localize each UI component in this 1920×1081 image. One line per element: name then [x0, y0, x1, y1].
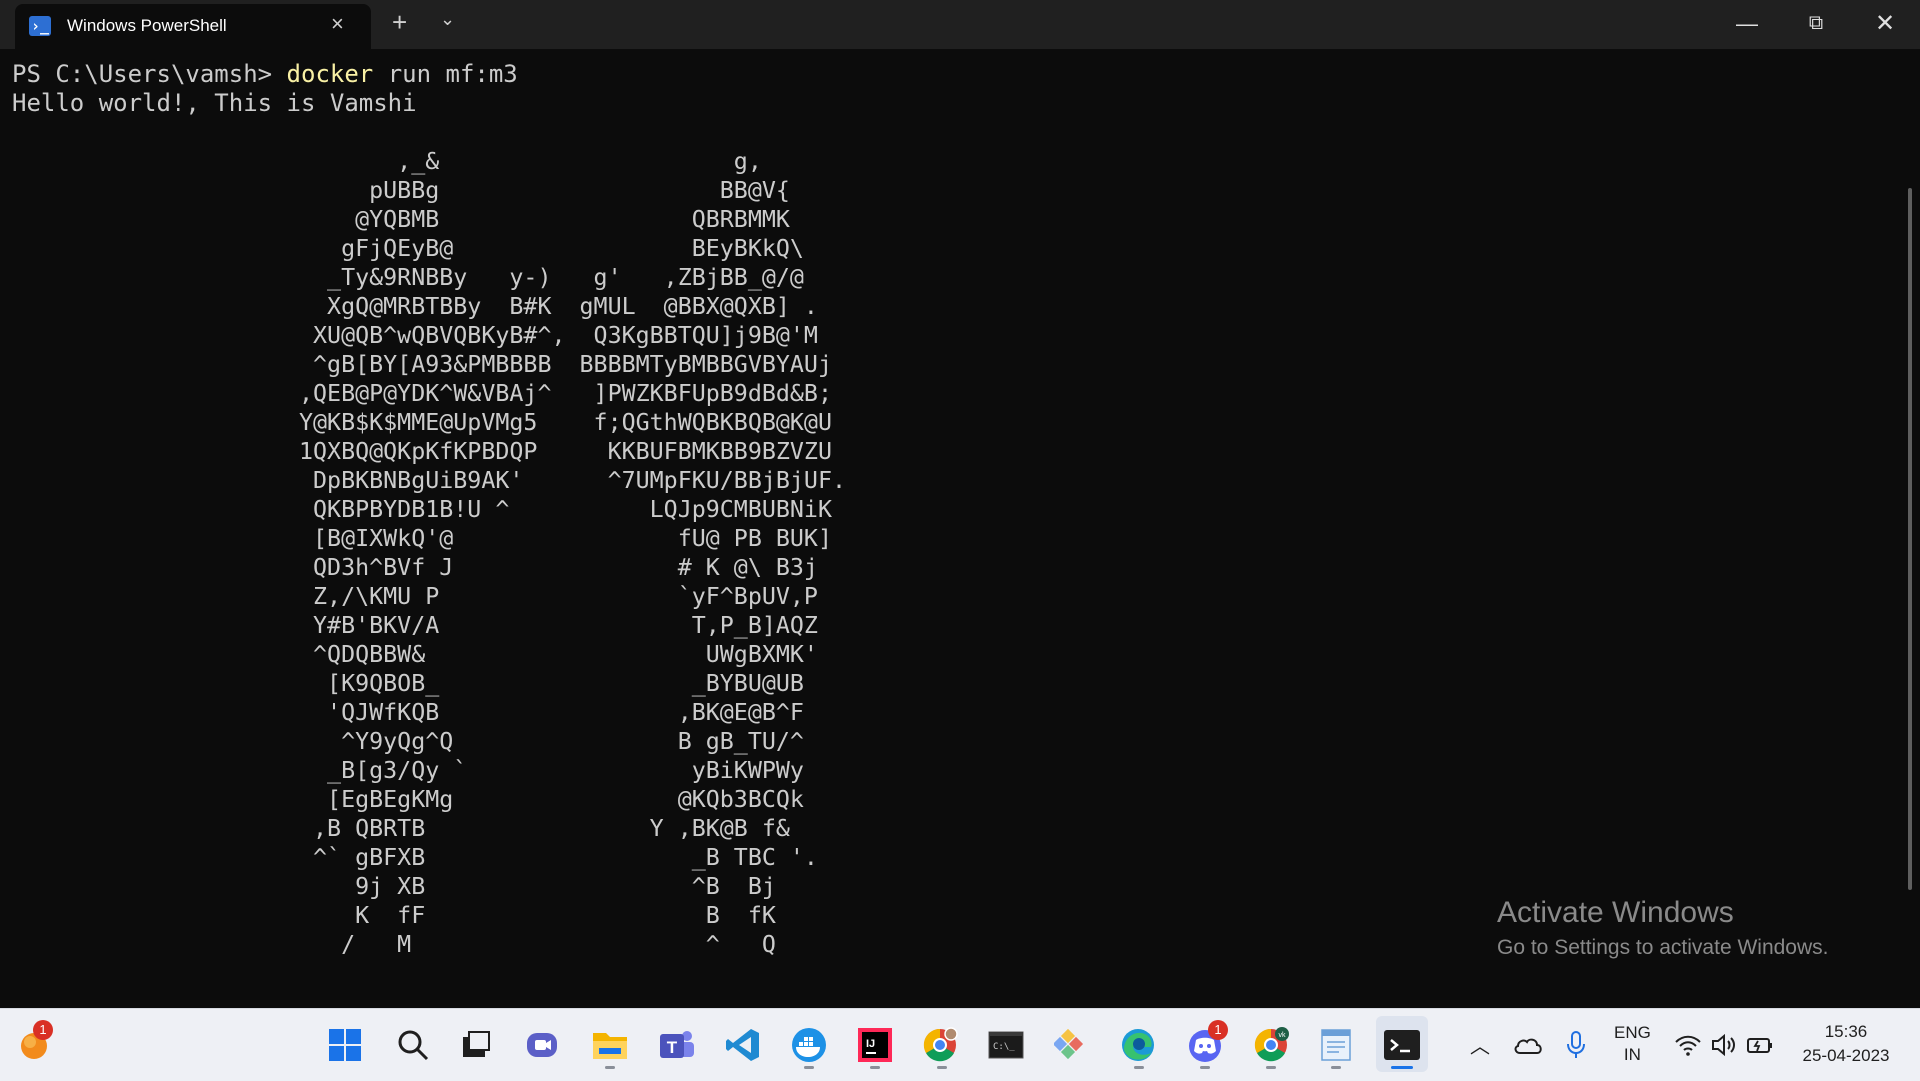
- search-icon[interactable]: [393, 1025, 433, 1065]
- powershell-icon: ›_: [29, 16, 51, 36]
- svg-text:IJ: IJ: [866, 1038, 875, 1050]
- docker-icon[interactable]: [789, 1025, 829, 1065]
- running-indicator: [804, 1066, 814, 1069]
- task-view-icon[interactable]: [456, 1025, 496, 1065]
- running-indicator: [1200, 1066, 1210, 1069]
- volume-icon[interactable]: [1704, 1025, 1744, 1065]
- notification-badge: 1: [33, 1020, 53, 1040]
- start-menu-icon[interactable]: [325, 1025, 365, 1065]
- file-explorer-icon[interactable]: [590, 1025, 630, 1065]
- clock-date: 25-04-2023: [1802, 1046, 1890, 1065]
- close-button[interactable]: ✕: [1851, 0, 1919, 49]
- active-indicator: [1391, 1066, 1413, 1069]
- language-code: ENG: [1614, 1023, 1651, 1042]
- region-code: IN: [1623, 1045, 1641, 1064]
- chrome-vk-profile-icon[interactable]: vk: [1251, 1025, 1291, 1065]
- wifi-icon[interactable]: [1668, 1025, 1708, 1065]
- output-line: Hello world!, This is Vamshi: [12, 89, 417, 117]
- svg-text:T: T: [667, 1038, 678, 1057]
- notepad-icon[interactable]: [1316, 1025, 1356, 1065]
- terminal-output[interactable]: PS C:\Users\vamsh> docker run mf:m3 Hell…: [12, 60, 518, 118]
- ascii-art-output: ,_& g, pUBBg BB@V{ @YQBMB QBRBMMK gFjQEy…: [299, 148, 847, 958]
- watermark-subtitle: Go to Settings to activate Windows.: [1497, 936, 1829, 959]
- microphone-icon[interactable]: [1556, 1025, 1596, 1065]
- tab-windows-powershell[interactable]: ›_ Windows PowerShell ×: [15, 4, 371, 49]
- teams-icon[interactable]: T: [657, 1025, 697, 1065]
- activate-windows-watermark: Activate Windows Go to Settings to activ…: [1497, 896, 1829, 960]
- language-indicator[interactable]: ENG IN: [1614, 1022, 1651, 1066]
- show-hidden-icons-chevron-icon[interactable]: ︿: [1470, 1030, 1490, 1059]
- title-bar: ›_ Windows PowerShell × + ⌄ — ⧉ ✕: [0, 0, 1920, 49]
- command-name: docker: [286, 60, 374, 88]
- clock-time: 15:36: [1824, 1022, 1868, 1041]
- command-args: run mf:m3: [373, 60, 518, 88]
- git-icon[interactable]: [1052, 1025, 1092, 1065]
- tab-close-button[interactable]: ×: [331, 11, 344, 37]
- running-indicator: [870, 1066, 880, 1069]
- windows-terminal-icon[interactable]: [1382, 1025, 1422, 1065]
- discord-badge: 1: [1208, 1020, 1228, 1040]
- running-indicator: [1266, 1066, 1276, 1069]
- restore-button[interactable]: ⧉: [1782, 0, 1850, 49]
- command-prompt-icon[interactable]: C:\_: [986, 1025, 1026, 1065]
- watermark-title: Activate Windows: [1497, 896, 1734, 929]
- running-indicator: [937, 1066, 947, 1069]
- svg-text:vk: vk: [1279, 1032, 1287, 1039]
- intellij-idea-icon[interactable]: IJ: [855, 1025, 895, 1065]
- running-indicator: [1331, 1066, 1341, 1069]
- tab-title: Windows PowerShell: [67, 16, 227, 35]
- meet-chat-icon[interactable]: [522, 1025, 562, 1065]
- clock[interactable]: 15:36 25-04-2023: [1798, 1020, 1894, 1068]
- scrollbar-thumb[interactable]: [1908, 188, 1912, 890]
- prompt: PS C:\Users\vamsh>: [12, 60, 287, 88]
- battery-icon[interactable]: [1740, 1025, 1780, 1065]
- new-tab-button[interactable]: +: [392, 7, 407, 38]
- edge-icon[interactable]: [1118, 1025, 1158, 1065]
- minimize-button[interactable]: —: [1713, 0, 1781, 49]
- svg-text:C:\_: C:\_: [993, 1042, 1015, 1052]
- chrome-icon[interactable]: [920, 1025, 960, 1065]
- running-indicator: [605, 1066, 615, 1069]
- tab-dropdown-button[interactable]: ⌄: [440, 9, 455, 30]
- running-indicator: [1134, 1066, 1144, 1069]
- vs-code-icon[interactable]: [723, 1025, 763, 1065]
- onedrive-icon[interactable]: [1508, 1025, 1548, 1065]
